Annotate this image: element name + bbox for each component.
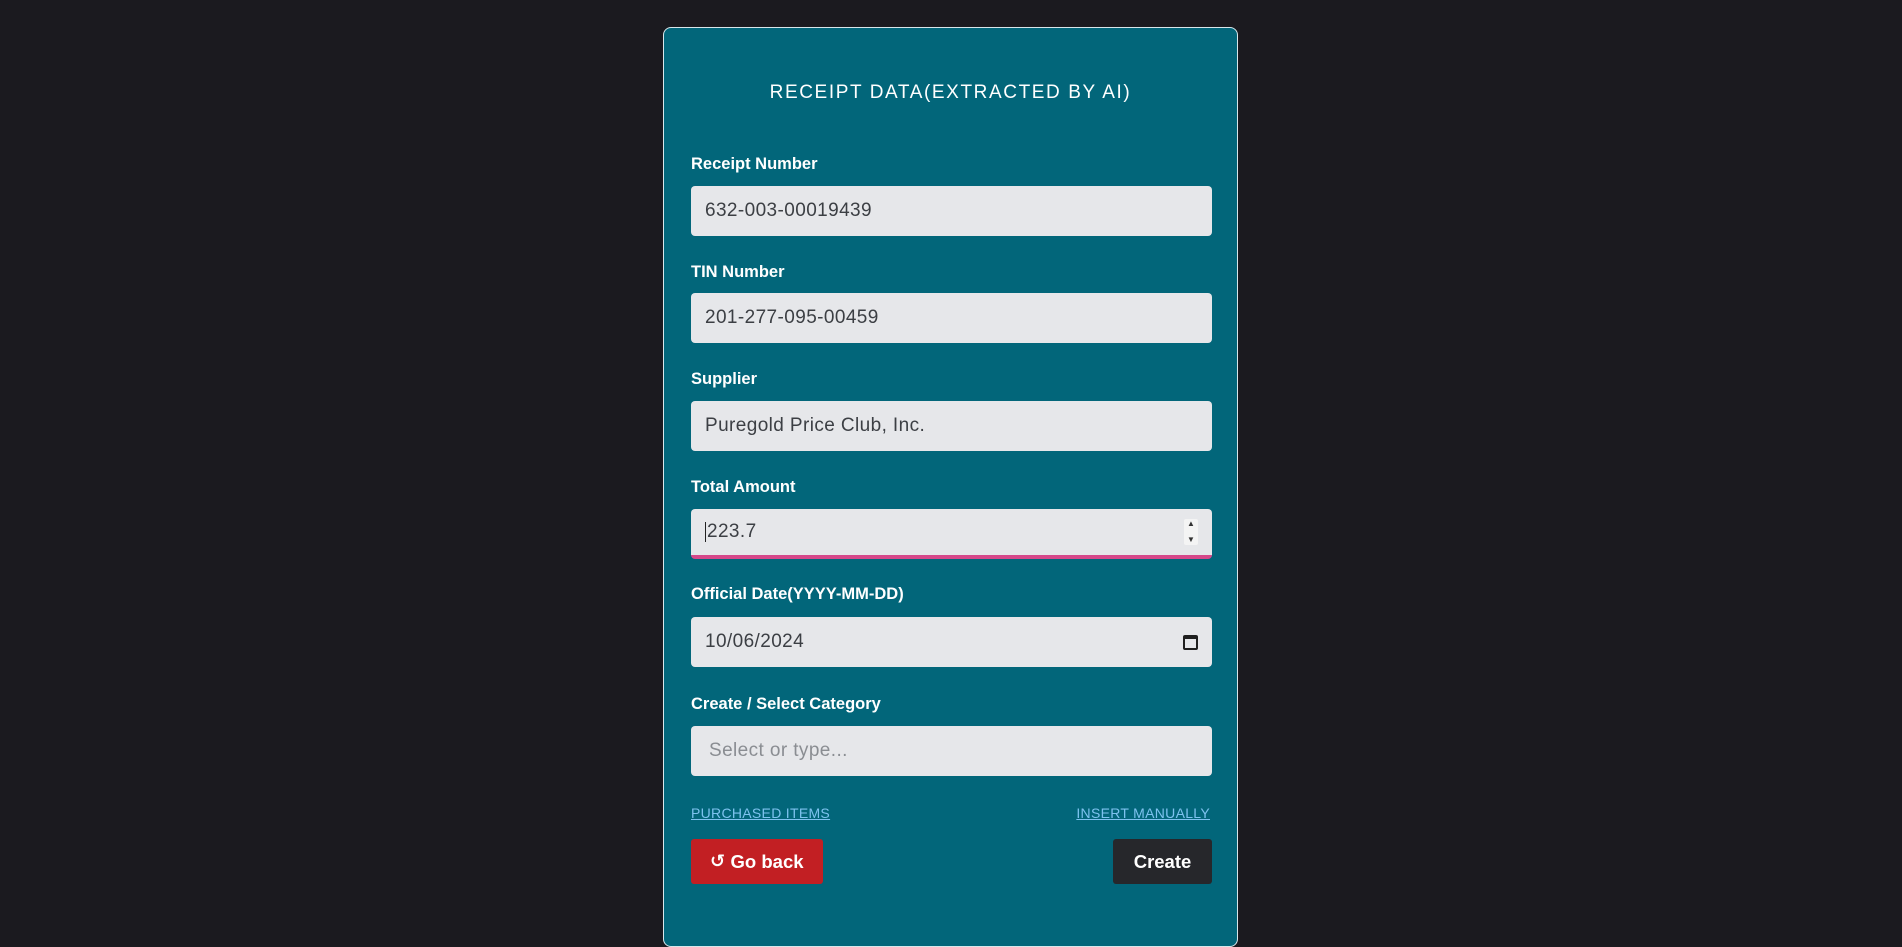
total-amount-input[interactable]: 223.7 ▲ ▼ [691, 509, 1212, 559]
create-label: Create [1133, 850, 1192, 872]
receipt-number-value: 632-003-00019439 [705, 200, 872, 221]
go-back-label: Go back [730, 850, 804, 872]
category-label: Create / Select Category [691, 695, 881, 713]
total-amount-value: 223.7 [707, 521, 757, 542]
spinner-up-icon[interactable]: ▲ [1187, 519, 1195, 529]
spinner-down-icon[interactable]: ▼ [1187, 535, 1195, 545]
official-date-label: Official Date(YYYY-MM-DD) [691, 585, 904, 603]
official-date-value: 10/06/2024 [705, 631, 805, 652]
calendar-icon[interactable] [1183, 634, 1198, 650]
tin-number-input[interactable]: 201-277-095-00459 [691, 293, 1212, 343]
text-caret [705, 522, 706, 542]
category-placeholder: Select or type... [709, 740, 848, 761]
tin-number-label: TIN Number [691, 263, 785, 281]
receipt-number-label: Receipt Number [691, 155, 818, 173]
official-date-input[interactable]: 10/06/2024 [691, 617, 1212, 667]
category-select-input[interactable]: Select or type... [691, 726, 1212, 776]
supplier-value: Puregold Price Club, Inc. [705, 415, 926, 436]
form-title: RECEIPT DATA(EXTRACTED BY AI) [769, 82, 1132, 103]
receipt-form-card: RECEIPT DATA(EXTRACTED BY AI) Receipt Nu… [663, 27, 1238, 947]
receipt-number-input[interactable]: 632-003-00019439 [691, 186, 1212, 236]
supplier-label: Supplier [691, 370, 758, 388]
purchased-items-link[interactable]: PURCHASED ITEMS [691, 805, 830, 821]
undo-icon: ↻ [710, 851, 726, 871]
go-back-button[interactable]: ↻ Go back [691, 839, 823, 884]
spinner-icon[interactable]: ▲ ▼ [1184, 519, 1198, 545]
tin-number-value: 201-277-095-00459 [705, 307, 879, 328]
create-button[interactable]: Create [1113, 839, 1212, 884]
supplier-input[interactable]: Puregold Price Club, Inc. [691, 401, 1212, 451]
insert-manually-link[interactable]: INSERT MANUALLY [1076, 805, 1210, 821]
total-amount-label: Total Amount [691, 478, 796, 496]
